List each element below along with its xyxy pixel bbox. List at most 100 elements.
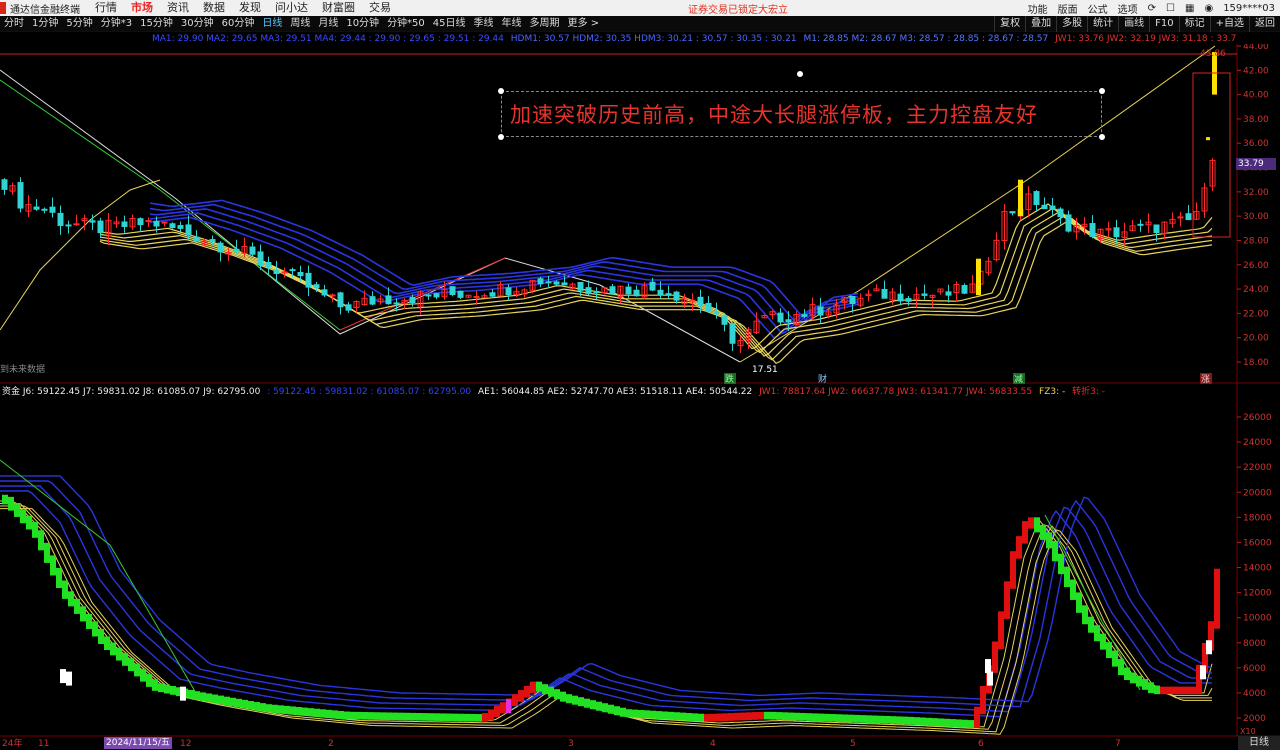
fund-bar [1034, 517, 1040, 533]
period-tab[interactable]: 10分钟 [342, 16, 383, 32]
menu-wealth[interactable]: 财富圈 [315, 0, 362, 16]
fund-bar [458, 713, 464, 722]
fund-trend-line [1044, 514, 1141, 691]
resize-handle[interactable] [498, 88, 504, 94]
fund-bar [380, 712, 386, 720]
fund-bar [332, 710, 338, 719]
marker-finance[interactable]: 财 [818, 373, 827, 385]
fund-bar [416, 712, 422, 721]
period-tab[interactable]: 60分钟 [218, 16, 259, 32]
fund-bar [890, 716, 896, 724]
fund-bar [68, 591, 74, 607]
fund-bar [122, 653, 128, 666]
period-tab[interactable]: 年线 [498, 16, 526, 32]
price-tick-label: 36.00 [1243, 139, 1269, 149]
candle-body [121, 221, 128, 227]
fund-bar [98, 628, 104, 645]
period-tab[interactable]: 1分钟 [28, 16, 62, 32]
tool-button[interactable]: 叠加 [1025, 15, 1056, 32]
fund-bar [1190, 686, 1196, 695]
fund-bar [1088, 616, 1094, 633]
candle-body [561, 282, 568, 286]
tool-button[interactable]: F10 [1149, 15, 1178, 32]
fund-bar [1214, 568, 1220, 629]
date-label: 6 [978, 739, 984, 749]
fund-bar [272, 704, 278, 713]
menu-options[interactable]: 选项 [1113, 1, 1143, 16]
menu-data[interactable]: 数据 [196, 0, 232, 16]
trade-lock-status[interactable]: 证券交易已锁定 [688, 1, 758, 16]
tool-button[interactable]: 画线 [1118, 15, 1149, 32]
fund-bar [86, 613, 92, 629]
account-label[interactable]: 159****03 [1218, 3, 1280, 14]
tool-button[interactable]: 统计 [1087, 15, 1118, 32]
menu-market[interactable]: 市场 [124, 0, 160, 16]
tool-button[interactable]: 标记 [1178, 15, 1210, 32]
bottom-period-tab[interactable]: 日线 [1238, 736, 1280, 750]
high-price-label: 43.86 [1200, 49, 1226, 59]
fund-bar [638, 709, 644, 718]
period-tab[interactable]: 多周期 [526, 16, 564, 32]
menu-trade[interactable]: 交易 [362, 0, 398, 16]
period-toolbar: 分时 1分钟 5分钟 分钟*3 15分钟 30分钟 60分钟 日线 周线 月线 … [0, 15, 1280, 32]
period-tab[interactable]: 分钟*50 [383, 16, 429, 32]
fund-bar [1118, 659, 1124, 676]
tool-button[interactable]: 复权 [994, 15, 1025, 32]
period-tab[interactable]: 周线 [286, 16, 314, 32]
rotate-handle[interactable] [797, 71, 803, 77]
candle-body [329, 294, 336, 297]
period-tab-more[interactable]: 更多 > [564, 16, 604, 32]
fund-bar [266, 704, 272, 713]
period-tab[interactable]: 45日线 [429, 16, 470, 32]
fund-marker [180, 686, 186, 701]
resize-handle[interactable] [1099, 88, 1105, 94]
marker-reduce[interactable]: 减 [1014, 373, 1023, 385]
period-tab[interactable]: 季线 [470, 16, 498, 32]
tool-button[interactable]: +自选 [1209, 15, 1249, 32]
period-tab[interactable]: 30分钟 [177, 16, 218, 32]
annotation-box[interactable]: 加速突破历史前高，中途大长腿涨停板，主力控盘友好 [501, 91, 1102, 137]
no-future-data-label: 到未来数据 [0, 363, 45, 375]
grid-icon[interactable]: ▦ [1180, 3, 1199, 14]
tool-button[interactable]: 多股 [1056, 15, 1087, 32]
app-logo-icon [0, 2, 6, 14]
resize-handle[interactable] [1099, 134, 1105, 140]
fund-tick-label: 14000 [1243, 564, 1272, 574]
marker-rise[interactable]: 涨 [1201, 374, 1210, 385]
refresh-icon[interactable]: ⟳ [1143, 3, 1161, 14]
menu-news[interactable]: 资讯 [160, 0, 196, 16]
candle-body [785, 319, 792, 323]
fund-bar [992, 641, 998, 673]
chat-icon[interactable]: ☐ [1161, 3, 1180, 14]
fund-bar [392, 712, 398, 721]
period-tab[interactable]: 月线 [314, 16, 342, 32]
period-tab[interactable]: 5分钟 [62, 16, 96, 32]
kline-chart[interactable]: 44.0042.0040.0038.0036.0034.0032.0030.00… [0, 44, 1280, 750]
menu-layout[interactable]: 版面 [1053, 1, 1083, 16]
candle-body [209, 239, 216, 243]
candle-body [1185, 213, 1192, 221]
candle-body [393, 302, 400, 305]
period-tab[interactable]: 分钟*3 [97, 16, 136, 32]
candle-body [49, 206, 56, 213]
fund-bar [296, 707, 302, 716]
candle-body [545, 281, 552, 284]
menu-discover[interactable]: 发现 [232, 0, 268, 16]
tool-button[interactable]: 返回 [1249, 15, 1280, 32]
fund-bar [92, 621, 98, 637]
period-tab[interactable]: 15分钟 [136, 16, 177, 32]
fund-bar [512, 694, 518, 707]
candle-body [921, 293, 928, 296]
period-tab[interactable]: 分时 [0, 16, 28, 32]
user-icon[interactable]: ◉ [1199, 3, 1218, 14]
resize-handle[interactable] [498, 134, 504, 140]
menu-formula[interactable]: 公式 [1083, 1, 1113, 16]
period-tab-selected[interactable]: 日线 [258, 16, 286, 32]
fund-bar [686, 712, 692, 721]
menu-function[interactable]: 功能 [1023, 1, 1053, 16]
menu-ask[interactable]: 问小达 [268, 0, 315, 16]
fund-bar [710, 713, 716, 722]
menu-hq[interactable]: 行情 [88, 0, 124, 16]
marker-fall[interactable]: 跌 [725, 374, 734, 385]
fund-bar [134, 663, 140, 677]
